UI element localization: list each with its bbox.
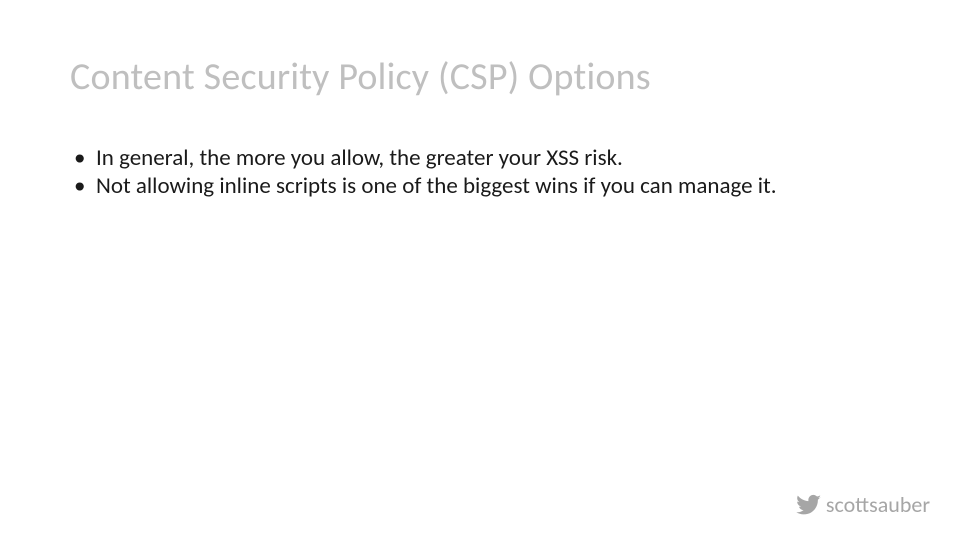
bullet-list: In general, the more you allow, the grea… [70,144,890,202]
footer-handle-text: scottsauber [826,494,930,516]
bullet-text: In general, the more you allow, the grea… [96,144,623,172]
slide-title: Content Security Policy (CSP) Options [70,56,890,100]
bullet-item: In general, the more you allow, the grea… [70,144,890,173]
bullet-text: Not allowing inline scripts is one of th… [96,172,777,200]
footer-handle: scottsauber [796,492,930,518]
twitter-icon [796,492,822,518]
bullet-item: Not allowing inline scripts is one of th… [70,172,890,201]
slide: Content Security Policy (CSP) Options In… [0,0,960,540]
